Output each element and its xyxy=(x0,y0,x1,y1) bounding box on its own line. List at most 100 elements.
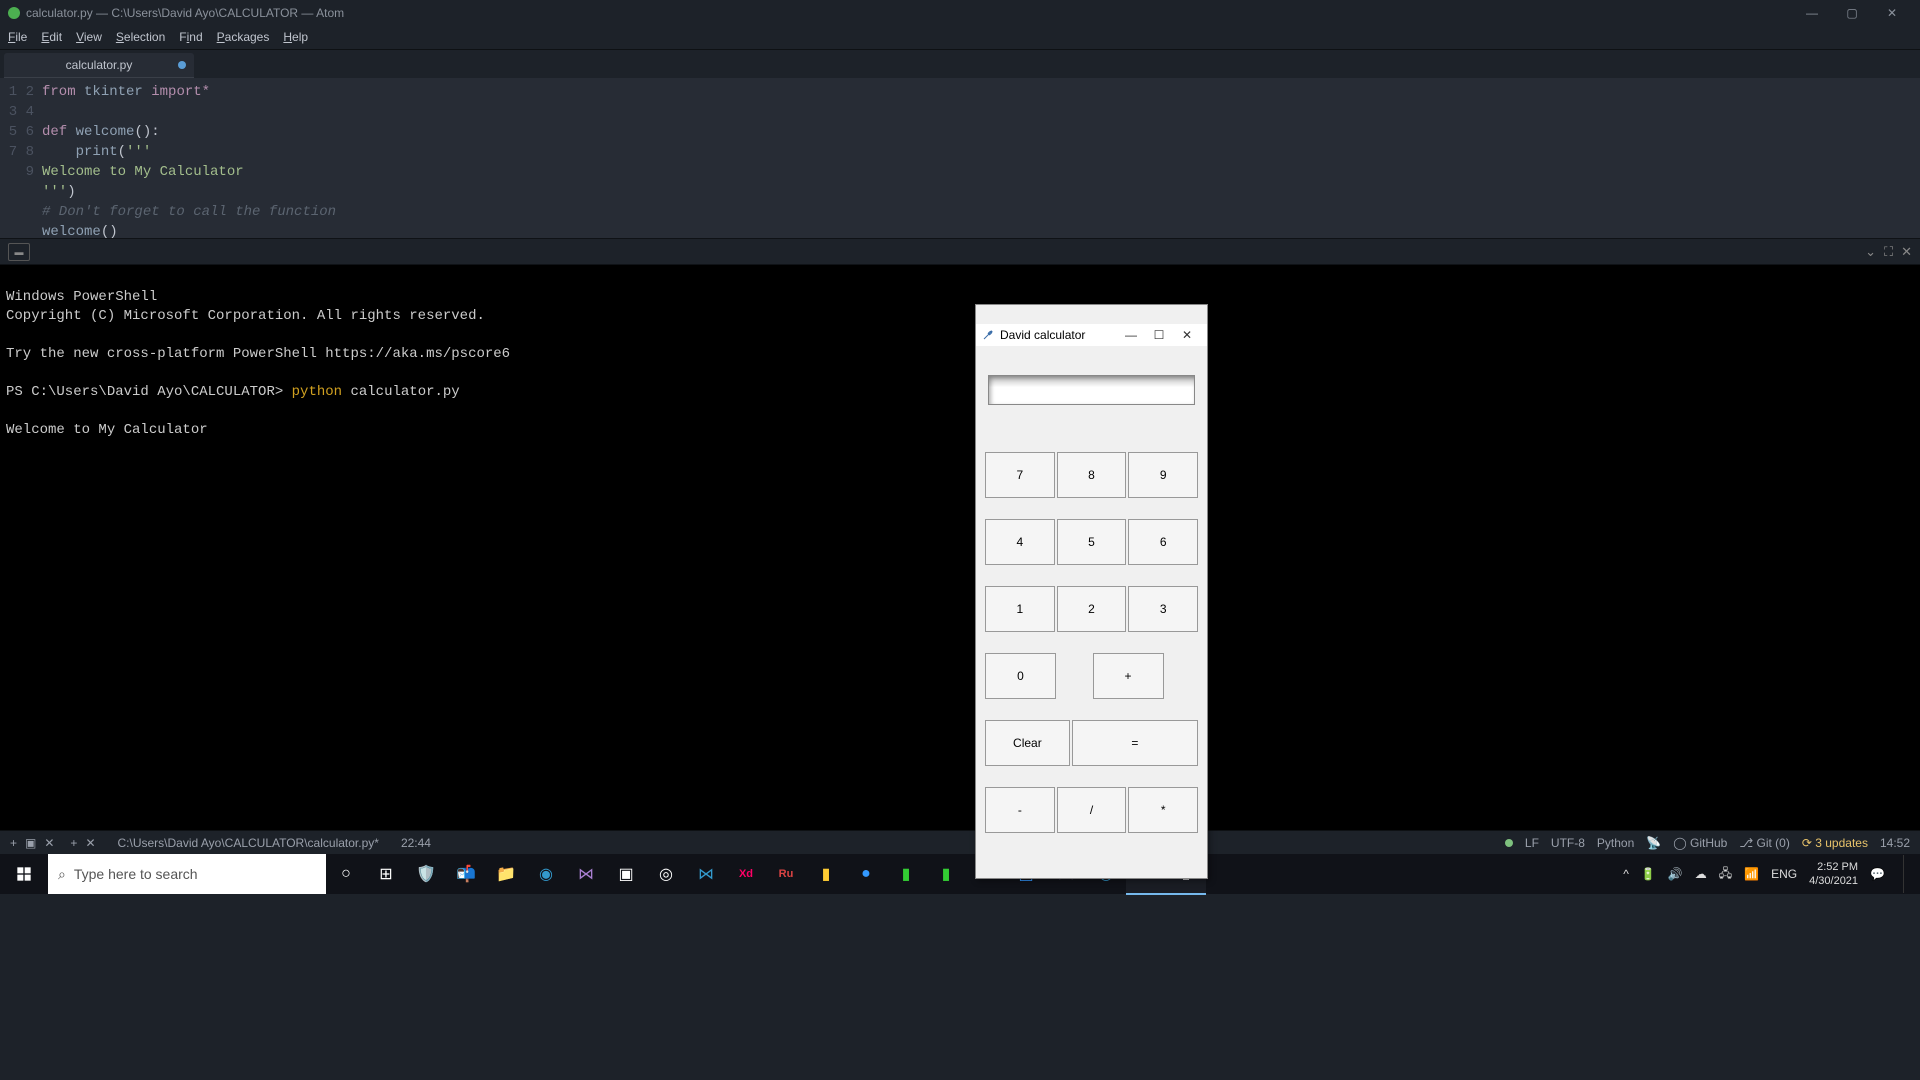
taskbar-clock[interactable]: 2:52 PM 4/30/2021 xyxy=(1809,860,1858,888)
calc-button-1[interactable]: 1 xyxy=(985,586,1055,632)
cortana-icon[interactable]: ○ xyxy=(326,854,366,894)
tk-feather-icon xyxy=(982,329,994,341)
app-icon-5[interactable]: ▮ xyxy=(926,854,966,894)
notification-icon[interactable]: 💬 xyxy=(1870,867,1885,881)
edge-icon[interactable]: ◉ xyxy=(526,854,566,894)
status-x-icon[interactable]: ✕ xyxy=(44,836,54,850)
show-desktop-button[interactable] xyxy=(1903,855,1910,893)
calc-button-clear[interactable]: Clear xyxy=(985,720,1070,766)
task-view-icon[interactable]: ⊞ xyxy=(366,854,406,894)
menu-find[interactable]: Find xyxy=(179,30,202,44)
term-output: Welcome to My Calculator xyxy=(6,422,208,438)
status-plus-icon[interactable]: + xyxy=(10,836,17,850)
tab-bar: calculator.py xyxy=(0,50,1920,78)
calc-button-3[interactable]: 3 xyxy=(1128,586,1198,632)
status-x2-icon[interactable]: ✕ xyxy=(85,836,95,850)
tray-volume-icon[interactable]: 🔊 xyxy=(1668,867,1683,881)
calc-button-6[interactable]: 6 xyxy=(1128,519,1198,565)
status-time: 14:52 xyxy=(1880,836,1910,850)
search-icon: ⌕ xyxy=(58,866,66,883)
status-git[interactable]: ⎇ Git (0) xyxy=(1739,836,1790,850)
terminal-maximize-icon[interactable]: ⛶ xyxy=(1884,244,1893,260)
xd-icon[interactable]: Xd xyxy=(726,854,766,894)
app-icon-3[interactable]: ● xyxy=(846,854,886,894)
status-encoding[interactable]: UTF-8 xyxy=(1551,836,1585,850)
status-github[interactable]: ◯ GitHub xyxy=(1673,836,1727,850)
calc-button-8[interactable]: 8 xyxy=(1057,452,1127,498)
calc-button-5[interactable]: 5 xyxy=(1057,519,1127,565)
tray-network-icon[interactable]: 🖧 xyxy=(1719,864,1732,885)
tray-chevron-icon[interactable]: ^ xyxy=(1623,867,1629,881)
tab-label: calculator.py xyxy=(66,58,133,72)
calc-button-minus[interactable]: - xyxy=(985,787,1055,833)
start-button[interactable] xyxy=(0,854,48,894)
status-plus2-icon[interactable]: + xyxy=(70,836,77,850)
menu-packages[interactable]: Packages xyxy=(217,30,270,44)
calc-maximize-button[interactable]: ☐ xyxy=(1145,326,1173,345)
calc-button-divide[interactable]: / xyxy=(1057,787,1127,833)
app-icon-4[interactable]: ▮ xyxy=(886,854,926,894)
tray-battery-icon[interactable]: 🔋 xyxy=(1641,867,1656,881)
calc-button-9[interactable]: 9 xyxy=(1128,452,1198,498)
menu-help[interactable]: Help xyxy=(283,30,308,44)
vs-icon[interactable]: ⋈ xyxy=(566,854,606,894)
titlebar: calculator.py — C:\Users\David Ayo\CALCU… xyxy=(0,0,1920,25)
status-telemetry-icon[interactable]: 📡 xyxy=(1646,836,1661,850)
maximize-button[interactable]: ▢ xyxy=(1832,0,1872,25)
app-icon-1[interactable]: 🛡️ xyxy=(406,854,446,894)
ru-icon[interactable]: Ru xyxy=(766,854,806,894)
tray-wifi-icon[interactable]: 📶 xyxy=(1744,867,1759,881)
status-eol[interactable]: LF xyxy=(1525,836,1539,850)
calc-button-7[interactable]: 7 xyxy=(985,452,1055,498)
terminal-header: ▬ ⌄ ⛶ ✕ xyxy=(0,238,1920,265)
minimize-button[interactable]: — xyxy=(1792,0,1832,25)
terminal-tab-icon[interactable]: ▬ xyxy=(8,243,30,261)
status-indicator-icon xyxy=(1505,839,1513,847)
term-line: Windows PowerShell xyxy=(6,289,157,305)
term-line: Copyright (C) Microsoft Corporation. All… xyxy=(6,308,485,324)
calc-button-equals[interactable]: = xyxy=(1072,720,1198,766)
note-icon[interactable]: ▮ xyxy=(806,854,846,894)
calc-button-2[interactable]: 2 xyxy=(1057,586,1127,632)
calc-button-plus[interactable]: + xyxy=(1093,653,1164,699)
chrome-icon[interactable]: ◎ xyxy=(646,854,686,894)
calculator-display[interactable] xyxy=(988,375,1195,405)
tab-calculator-py[interactable]: calculator.py xyxy=(4,53,194,78)
status-terminal-icon[interactable]: ▣ xyxy=(25,836,36,850)
taskbar-search[interactable]: ⌕ Type here to search xyxy=(48,854,326,894)
close-button[interactable]: ✕ xyxy=(1872,0,1912,25)
terminal-pane[interactable]: Windows PowerShell Copyright (C) Microso… xyxy=(0,265,1920,830)
window-title: calculator.py — C:\Users\David Ayo\CALCU… xyxy=(26,6,344,20)
calculator-titlebar[interactable]: David calculator — ☐ ✕ xyxy=(976,324,1207,346)
calculator-window[interactable]: David calculator — ☐ ✕ 7 8 9 4 5 6 1 2 3 xyxy=(975,304,1208,879)
term-arg: calculator.py xyxy=(342,384,460,400)
tray-lang-icon[interactable]: ENG xyxy=(1771,867,1797,881)
app-icon-2[interactable]: 📬 xyxy=(446,854,486,894)
calc-close-button[interactable]: ✕ xyxy=(1173,326,1201,345)
file-explorer-icon[interactable]: 📁 xyxy=(486,854,526,894)
menu-file[interactable]: File xyxy=(8,30,27,44)
status-cursor-pos[interactable]: 22:44 xyxy=(401,836,431,850)
term-line: Try the new cross-platform PowerShell ht… xyxy=(6,346,510,362)
status-path[interactable]: C:\Users\David Ayo\CALCULATOR\calculator… xyxy=(118,836,379,850)
status-updates[interactable]: ⟳ 3 updates xyxy=(1802,836,1868,850)
menu-edit[interactable]: Edit xyxy=(41,30,62,44)
status-language[interactable]: Python xyxy=(1597,836,1634,850)
calc-minimize-button[interactable]: — xyxy=(1117,326,1145,345)
calc-button-0[interactable]: 0 xyxy=(985,653,1056,699)
terminal-dropdown-icon[interactable]: ⌄ xyxy=(1865,244,1876,260)
modified-indicator-icon xyxy=(178,61,186,69)
terminal-close-icon[interactable]: ✕ xyxy=(1901,244,1912,260)
code-area[interactable]: from tkinter import* def welcome(): prin… xyxy=(42,78,1920,238)
terminal-icon[interactable]: ▣ xyxy=(606,854,646,894)
editor-pane[interactable]: 1 2 3 4 5 6 7 8 9 from tkinter import* d… xyxy=(0,78,1920,238)
menu-selection[interactable]: Selection xyxy=(116,30,165,44)
vscode-icon[interactable]: ⋈ xyxy=(686,854,726,894)
calc-button-4[interactable]: 4 xyxy=(985,519,1055,565)
tray-cloud-icon[interactable]: ☁ xyxy=(1695,867,1707,881)
menu-view[interactable]: View xyxy=(76,30,102,44)
calculator-keypad: 7 8 9 4 5 6 1 2 3 0 + Clear = xyxy=(976,432,1207,859)
search-placeholder: Type here to search xyxy=(74,866,198,882)
calc-button-multiply[interactable]: * xyxy=(1128,787,1198,833)
term-cmd: python xyxy=(292,384,342,400)
